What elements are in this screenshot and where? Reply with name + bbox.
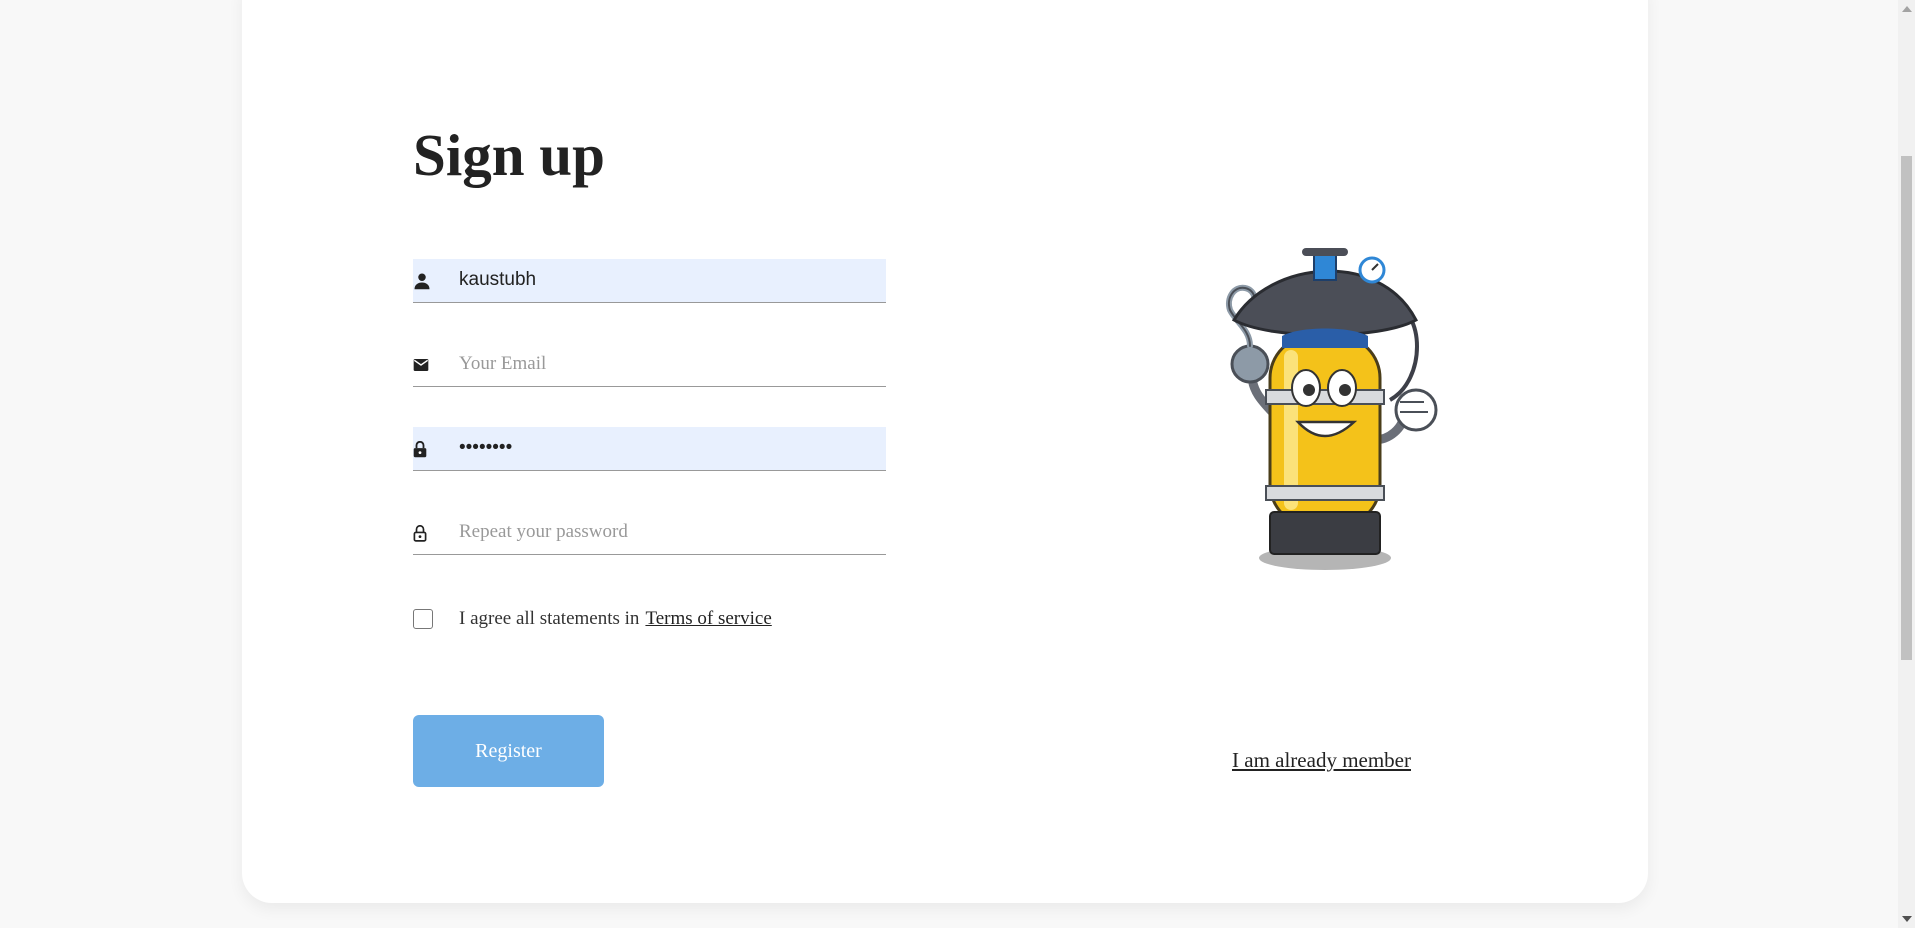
password-input[interactable] [459,427,879,469]
vertical-scrollbar[interactable] [1898,0,1915,928]
already-member-link[interactable]: I am already member [1232,748,1411,773]
scroll-down-icon[interactable] [1902,916,1912,922]
email-field [413,343,886,387]
repeat-password-field [413,511,886,555]
lock-outline-icon [413,511,433,555]
agree-text: I agree all statements in [459,608,640,629]
page-title: Sign up [413,122,605,188]
email-input[interactable] [459,343,879,385]
scrollbar-thumb[interactable] [1901,156,1912,660]
envelope-icon [413,343,433,387]
repeat-password-input[interactable] [459,511,879,553]
page: Sign up I agree all statements in Terms … [0,0,1915,928]
terms-of-service-link[interactable]: Terms of service [645,608,771,630]
name-input[interactable] [459,259,879,301]
name-field [413,259,886,303]
agree-checkbox[interactable] [413,609,433,629]
scroll-up-icon[interactable] [1902,6,1912,12]
register-button[interactable]: Register [413,715,604,787]
lock-icon [413,427,433,471]
person-icon [413,259,433,303]
pirate-scuba-tank-mascot [1226,248,1438,570]
terms-agreement: I agree all statements in Terms of servi… [413,607,772,631]
password-field [413,427,886,471]
